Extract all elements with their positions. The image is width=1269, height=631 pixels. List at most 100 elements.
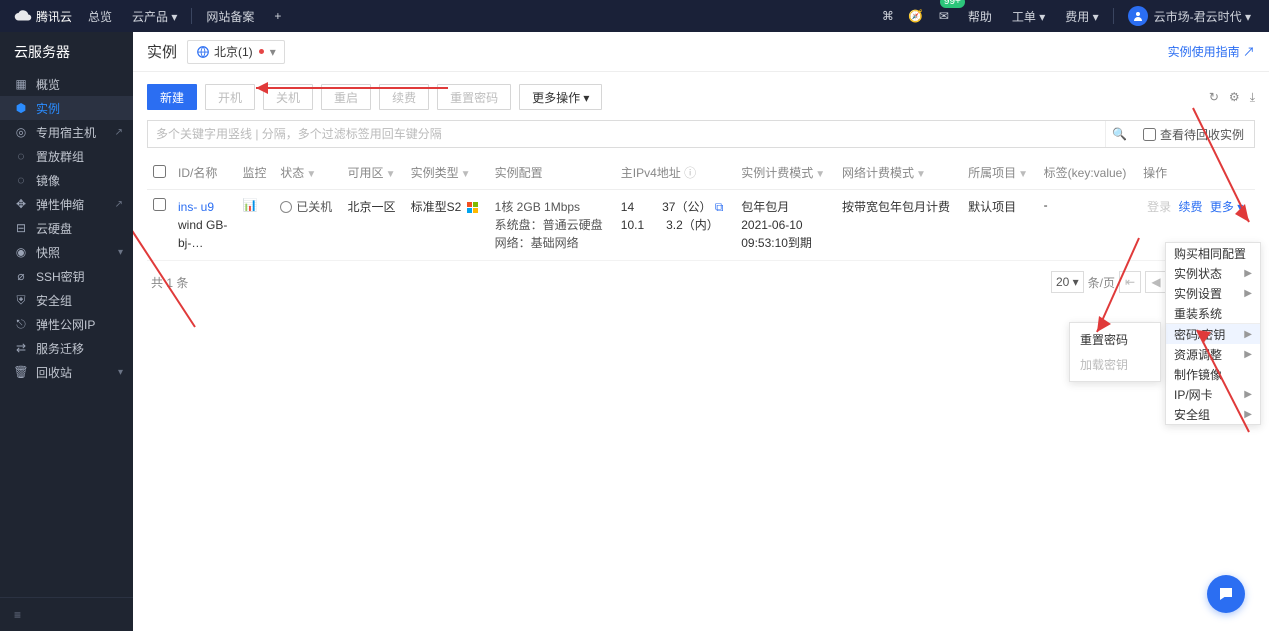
select-all-checkbox[interactable] <box>153 165 166 178</box>
th-bill[interactable]: 实例计费模式▼ <box>735 156 836 190</box>
more-link[interactable]: 更多 ▾ <box>1210 200 1243 214</box>
resetpwd-button[interactable]: 重置密码 <box>437 84 511 110</box>
create-button[interactable]: 新建 <box>147 84 197 110</box>
menu-item[interactable]: 购买相同配置 <box>1166 243 1260 263</box>
filter-icon[interactable]: ▼ <box>386 169 396 180</box>
nav-products[interactable]: 云产品 ▾ <box>122 0 187 32</box>
th-id[interactable]: ID/名称 <box>172 156 236 190</box>
th-net[interactable]: 网络计费模式▼ <box>836 156 962 190</box>
more-actions-button[interactable]: 更多操作 ▾ <box>519 84 602 110</box>
sidebar-item-image[interactable]: ◌镜像 <box>0 168 133 192</box>
menu-item[interactable]: 制作镜像 <box>1166 364 1260 384</box>
prev-page-button[interactable]: ◀ <box>1145 271 1167 293</box>
nav-overview[interactable]: 总览 <box>78 0 122 32</box>
recycle-checkbox[interactable]: 查看待回收实例 <box>1133 126 1254 143</box>
chevron-right-icon: ▶ <box>1244 329 1252 340</box>
renew-button[interactable]: 续费 <box>379 84 429 110</box>
search-input[interactable] <box>148 127 1105 141</box>
brand-logo[interactable]: 腾讯云 <box>8 7 78 25</box>
alert-dot-icon <box>259 49 264 54</box>
nav-add[interactable]: + <box>264 0 291 32</box>
menu-item[interactable]: 安全组▶ <box>1166 404 1260 424</box>
copy-icon[interactable]: ⧉ <box>715 200 724 214</box>
stop-button[interactable]: 关机 <box>263 84 313 110</box>
searchbar: 🔍 查看待回收实例 <box>147 120 1255 148</box>
th-status[interactable]: 状态▼ <box>274 156 341 190</box>
sidebar-item-ssh[interactable]: ⌀SSH密钥 <box>0 264 133 288</box>
nav-billing[interactable]: 费用 ▾ <box>1055 0 1108 32</box>
globe-icon <box>196 45 210 59</box>
message-icon[interactable]: ✉99+ <box>930 0 958 32</box>
nav-beian[interactable]: 网站备案 <box>196 0 264 32</box>
sidebar-collapse[interactable]: ≡ <box>0 597 133 631</box>
sidebar: 云服务器 ▦概览 ⬢实例 ◎专用宿主机↗ ◌置放群组 ◌镜像 ✥弹性伸缩↗ ⊟云… <box>0 32 133 631</box>
instance-id-link[interactable]: ins- u9 <box>178 200 214 214</box>
sidebar-item-as[interactable]: ✥弹性伸缩↗ <box>0 192 133 216</box>
chevron-right-icon: ▶ <box>1244 268 1252 279</box>
download-icon[interactable]: ⤓ <box>1250 90 1255 105</box>
sidebar-item-placement[interactable]: ◌置放群组 <box>0 144 133 168</box>
windows-icon <box>467 202 479 214</box>
nav-help[interactable]: 帮助 <box>958 0 1002 32</box>
filter-icon[interactable]: ▼ <box>815 169 825 180</box>
filter-icon[interactable]: ▼ <box>306 169 316 180</box>
search-icon[interactable]: 🔍 <box>1105 121 1133 147</box>
th-zone[interactable]: 可用区▼ <box>342 156 405 190</box>
nav-ticket[interactable]: 工单 ▾ <box>1002 0 1055 32</box>
chevron-down-icon: ▾ <box>118 247 123 258</box>
region-selector[interactable]: 北京(1) ▾ <box>187 40 285 64</box>
menu-item[interactable]: 资源调整▶ <box>1166 344 1260 364</box>
recycle-checkbox-input[interactable] <box>1143 128 1156 141</box>
page-size-select[interactable]: 20 ▾ <box>1051 271 1084 293</box>
filter-icon[interactable]: ▼ <box>461 169 471 180</box>
feedback-fab[interactable] <box>1207 575 1245 613</box>
usage-guide-link[interactable]: 实例使用指南 ↗ <box>1168 43 1255 60</box>
submenu-reset-password[interactable]: 重置密码 <box>1070 327 1160 352</box>
menu-item[interactable]: 实例设置▶ <box>1166 283 1260 303</box>
th-op: 操作 <box>1137 156 1255 190</box>
netbill-cell: 按带宽包年包月计费 <box>836 190 962 261</box>
image-icon: ◌ <box>14 173 28 187</box>
sidebar-item-host[interactable]: ◎专用宿主机↗ <box>0 120 133 144</box>
row-checkbox[interactable] <box>153 198 166 211</box>
menu-item[interactable]: 实例状态▶ <box>1166 263 1260 283</box>
toolbar: 新建 开机 关机 重启 续费 重置密码 更多操作 ▾ ↻ ⚙ ⤓ <box>147 84 1255 110</box>
host-icon: ◎ <box>14 125 28 139</box>
sidebar-item-snapshot[interactable]: ◉快照▾ <box>0 240 133 264</box>
ip-icon: ⎋ <box>14 317 28 332</box>
chat-icon <box>1217 585 1235 603</box>
page-unit: 条/页 <box>1088 274 1115 291</box>
renew-link[interactable]: 续费 <box>1179 200 1203 214</box>
cli-icon[interactable]: ⌘ <box>874 0 902 32</box>
sidebar-item-migrate[interactable]: ⇄服务迁移 <box>0 336 133 360</box>
refresh-icon[interactable]: ↻ <box>1209 90 1219 105</box>
menu-item[interactable]: 重装系统 <box>1166 303 1260 323</box>
th-proj[interactable]: 所属项目▼ <box>962 156 1038 190</box>
sidebar-item-sg[interactable]: ⛨安全组 <box>0 288 133 312</box>
monitor-icon[interactable]: 📊 <box>242 198 257 212</box>
th-mon: 监控 <box>236 156 274 190</box>
compass-icon[interactable]: 🧭 <box>902 0 930 32</box>
restart-button[interactable]: 重启 <box>321 84 371 110</box>
menu-item[interactable]: 密码/密钥▶ <box>1166 324 1260 344</box>
info-icon[interactable]: ⓘ <box>684 166 696 180</box>
region-text: 北京(1) <box>214 43 253 60</box>
filter-icon[interactable]: ▼ <box>1018 169 1028 180</box>
grid-icon: ▦ <box>14 77 28 91</box>
chevron-right-icon: ▶ <box>1244 389 1252 400</box>
th-type[interactable]: 实例类型▼ <box>405 156 489 190</box>
first-page-button[interactable]: ⇤ <box>1119 271 1141 293</box>
start-button[interactable]: 开机 <box>205 84 255 110</box>
sidebar-item-cbs[interactable]: ⊟云硬盘 <box>0 216 133 240</box>
sidebar-item-recycle[interactable]: 🗑回收站▾ <box>0 360 133 384</box>
sidebar-item-eip[interactable]: ⎋弹性公网IP <box>0 312 133 336</box>
sidebar-item-overview[interactable]: ▦概览 <box>0 72 133 96</box>
more-actions-menu: 购买相同配置实例状态▶实例设置▶重装系统密码/密钥▶资源调整▶制作镜像IP/网卡… <box>1165 242 1261 425</box>
filter-icon[interactable]: ▼ <box>916 169 926 180</box>
sidebar-item-instance[interactable]: ⬢实例 <box>0 96 133 120</box>
user-menu[interactable]: 云市场-君云时代 ▾ <box>1118 0 1261 32</box>
scale-icon: ✥ <box>14 197 28 211</box>
settings-icon[interactable]: ⚙ <box>1229 90 1240 105</box>
menu-item[interactable]: IP/网卡▶ <box>1166 384 1260 404</box>
th-ip[interactable]: 主IPv4地址 ⓘ <box>615 156 735 190</box>
